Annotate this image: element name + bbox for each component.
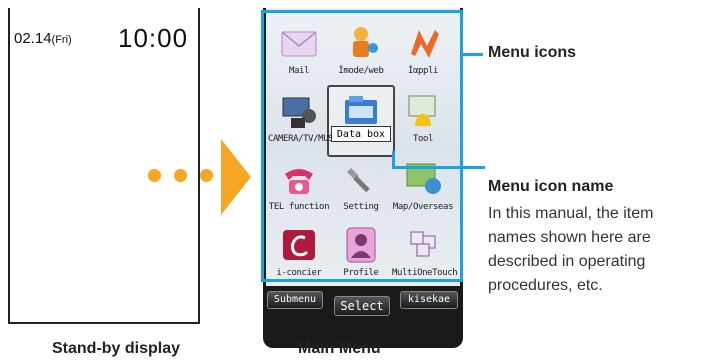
- icon-name-leader-line: [392, 166, 485, 169]
- standby-display: [8, 8, 200, 324]
- standby-date: 02.14(Fri): [14, 30, 72, 47]
- ellipsis-dot: [148, 169, 161, 182]
- standby-time: 10:00: [118, 23, 189, 53]
- ellipsis-dot: [200, 169, 213, 182]
- softkey-kisekae[interactable]: kisekae: [400, 291, 458, 309]
- callout-icon-name-title: Menu icon name: [488, 178, 614, 195]
- caption-standby-display: Stand-by display: [52, 340, 181, 357]
- callout-menu-icons: Menu icons: [488, 44, 577, 61]
- standby-day: (Fri): [51, 34, 72, 46]
- right-arrow-icon: [221, 139, 251, 215]
- ellipsis-dot: [174, 169, 187, 182]
- softkey-submenu[interactable]: Submenu: [267, 291, 323, 309]
- menu-icons-highlight: [261, 10, 463, 282]
- menu-icons-leader-line: [463, 53, 483, 56]
- caption-main-menu: Main Menu: [298, 340, 381, 357]
- callout-icon-name-desc: In this manual, the item names shown her…: [488, 205, 654, 294]
- softkey-select[interactable]: Select: [334, 296, 390, 316]
